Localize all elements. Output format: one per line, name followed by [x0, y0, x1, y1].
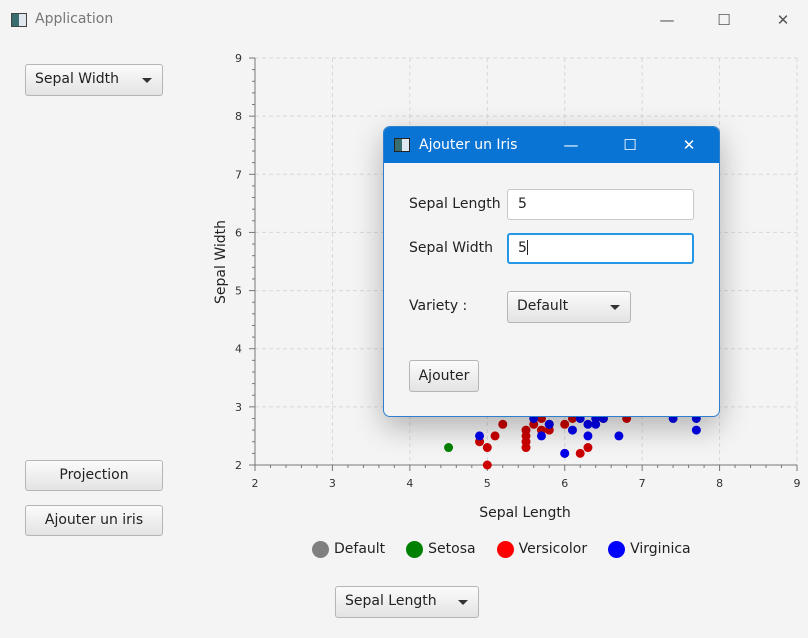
y-tick-label: 2	[235, 459, 242, 472]
legend-item-versicolor: Versicolor	[496, 540, 588, 558]
versicolor-point	[498, 419, 508, 429]
sepal-width-value: 5	[518, 240, 527, 256]
x-tick-label: 7	[639, 477, 646, 490]
dialog-title: Ajouter un Iris	[419, 137, 518, 153]
y-tick-label: 6	[235, 226, 242, 239]
chevron-down-icon	[610, 305, 620, 310]
variety-label: Variety :	[409, 298, 468, 314]
chevron-down-icon	[458, 600, 468, 605]
legend-item-setosa: Setosa	[406, 540, 476, 558]
y-tick-label: 4	[235, 343, 242, 356]
dialog-close-button[interactable]: ✕	[674, 133, 704, 157]
virginica-point	[560, 448, 570, 458]
x-tick-label: 9	[794, 477, 801, 490]
virginica-point	[583, 431, 593, 441]
versicolor-point	[482, 460, 492, 470]
virginica-point	[583, 419, 593, 429]
text-caret	[526, 240, 528, 255]
sepal-length-input[interactable]: 5	[507, 189, 694, 220]
x-axis-combo-label: Sepal Length	[345, 593, 437, 609]
legend-label: Virginica	[630, 541, 691, 557]
x-tick-label: 2	[252, 477, 259, 490]
legend-item-default: Default	[312, 540, 386, 558]
virginica-point	[591, 419, 601, 429]
sepal-length-label: Sepal Length	[409, 196, 501, 212]
application-window: Application — ☐ ✕ Sepal Width Projection…	[0, 0, 808, 638]
legend-dot-icon	[312, 540, 329, 558]
legend-label: Default	[334, 541, 386, 557]
versicolor-point	[575, 448, 585, 458]
versicolor-point	[490, 431, 500, 441]
y-tick-label: 3	[235, 401, 242, 414]
y-tick-label: 9	[235, 52, 242, 65]
sepal-length-value: 5	[518, 196, 527, 212]
x-axis-label: Sepal Length	[479, 505, 571, 521]
versicolor-point	[482, 443, 492, 453]
virginica-point	[567, 425, 577, 435]
x-tick-label: 8	[716, 477, 723, 490]
versicolor-point	[560, 419, 570, 429]
virginica-point	[691, 425, 701, 435]
add-iris-dialog: Ajouter un Iris — ☐ ✕ Sepal Length 5 Sep…	[383, 126, 720, 417]
virginica-point	[475, 431, 485, 441]
x-tick-label: 5	[484, 477, 491, 490]
legend-dot-icon	[496, 540, 514, 558]
y-tick-label: 8	[235, 110, 242, 123]
variety-combo-label: Default	[517, 298, 569, 314]
versicolor-point	[583, 443, 593, 453]
virginica-point	[544, 419, 554, 429]
y-tick-label: 7	[235, 168, 242, 181]
x-axis-combo[interactable]: Sepal Length	[335, 586, 479, 618]
sepal-width-input[interactable]: 5	[507, 233, 694, 264]
dialog-minimize-button[interactable]: —	[556, 133, 586, 157]
x-tick-label: 3	[329, 477, 336, 490]
dialog-app-icon	[394, 138, 410, 152]
dialog-title-bar: Ajouter un Iris — ☐ ✕	[384, 127, 719, 163]
virginica-point	[536, 431, 546, 441]
legend-item-virginica: Virginica	[608, 540, 691, 558]
setosa-point	[444, 443, 454, 453]
x-tick-label: 4	[406, 477, 413, 490]
dialog-maximize-button[interactable]: ☐	[615, 133, 645, 157]
legend-dot-icon	[406, 540, 424, 558]
virginica-point	[614, 431, 624, 441]
chart-legend: Default Setosa Versicolor Virginica	[312, 537, 712, 561]
variety-combo[interactable]: Default	[507, 291, 631, 323]
legend-dot-icon	[608, 540, 626, 558]
versicolor-point	[521, 425, 531, 435]
ajouter-button[interactable]: Ajouter	[409, 360, 479, 392]
x-tick-label: 6	[561, 477, 568, 490]
legend-label: Setosa	[428, 541, 476, 557]
y-tick-label: 5	[235, 285, 242, 298]
y-axis-label: Sepal Width	[213, 220, 229, 304]
chart-points	[444, 408, 701, 470]
sepal-width-label: Sepal Width	[409, 240, 493, 256]
legend-label: Versicolor	[518, 541, 588, 557]
